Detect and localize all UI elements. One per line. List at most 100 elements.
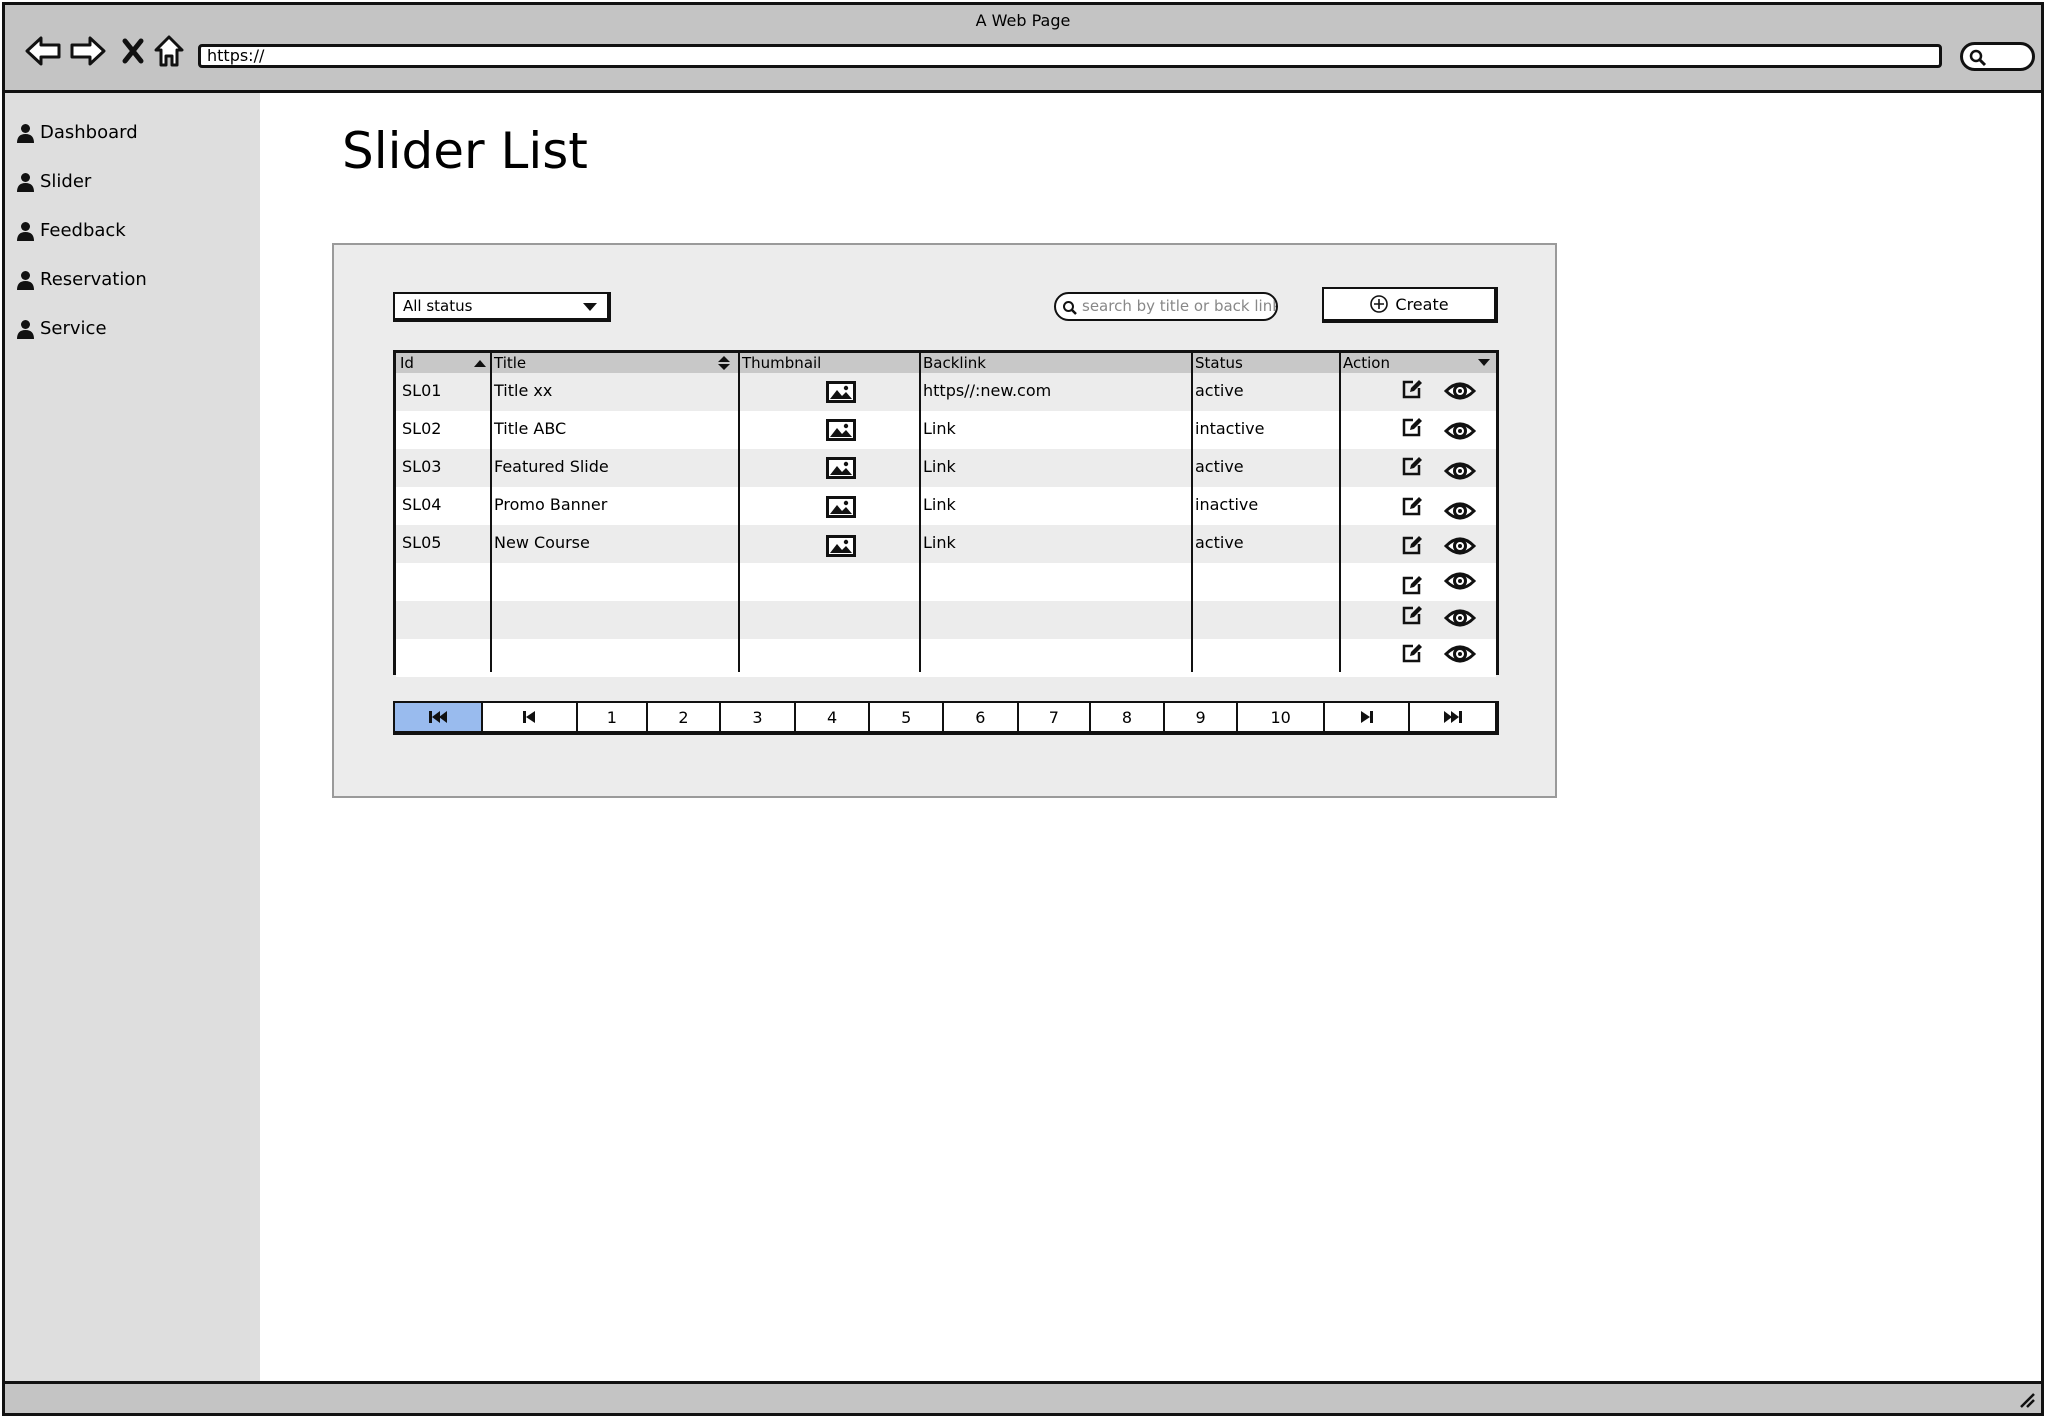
cell-backlink[interactable]: Link: [923, 533, 956, 552]
cell-title: New Course: [494, 533, 590, 552]
sidebar-item-label: Feedback: [40, 220, 126, 241]
column-header-backlink[interactable]: Backlink: [923, 353, 986, 373]
status-filter-select[interactable]: All status: [393, 292, 611, 322]
browser-chrome: A Web Page https://: [5, 5, 2041, 93]
page-button[interactable]: 7: [1019, 703, 1092, 731]
column-divider: [919, 353, 921, 672]
page-title: Slider List: [342, 122, 588, 180]
page-button[interactable]: 9: [1165, 703, 1239, 731]
page-button[interactable]: 3: [721, 703, 796, 731]
create-button[interactable]: Create: [1322, 287, 1498, 323]
column-divider: [1191, 353, 1193, 672]
chevron-down-icon: [583, 303, 597, 311]
column-divider: [738, 353, 740, 672]
edit-icon[interactable]: [1401, 642, 1423, 664]
user-icon: [17, 172, 34, 192]
next-page-icon: [1360, 711, 1373, 723]
edit-icon[interactable]: [1401, 378, 1423, 400]
cell-backlink[interactable]: Link: [923, 495, 956, 514]
sidebar-item-label: Dashboard: [40, 122, 138, 143]
edit-icon[interactable]: [1401, 574, 1423, 596]
column-header-thumbnail[interactable]: Thumbnail: [742, 353, 821, 373]
plus-circle-icon: [1370, 295, 1389, 313]
search-placeholder: search by title or back link: [1082, 297, 1278, 315]
eye-icon[interactable]: [1444, 642, 1476, 666]
user-icon: [17, 270, 34, 290]
cell-title: Title xx: [494, 381, 553, 400]
column-header-id[interactable]: Id: [400, 353, 414, 373]
column-header-title[interactable]: Title: [494, 353, 526, 373]
eye-icon[interactable]: [1444, 606, 1476, 630]
user-icon: [17, 221, 34, 241]
sidebar-item-reservation[interactable]: Reservation: [17, 269, 147, 290]
search-icon: [1969, 49, 1987, 67]
page-button[interactable]: 2: [648, 703, 722, 731]
page-button[interactable]: 8: [1091, 703, 1165, 731]
sidebar-item-slider[interactable]: Slider: [17, 171, 91, 192]
eye-icon[interactable]: [1444, 534, 1476, 558]
sort-ascending-icon[interactable]: [473, 359, 487, 367]
cell-status: active: [1195, 533, 1244, 552]
page-button[interactable]: 6: [944, 703, 1019, 731]
cell-title: Featured Slide: [494, 457, 609, 476]
eye-icon[interactable]: [1444, 569, 1476, 593]
cell-backlink[interactable]: Link: [923, 457, 956, 476]
user-icon: [17, 319, 34, 339]
edit-icon[interactable]: [1401, 534, 1423, 556]
eye-icon[interactable]: [1444, 499, 1476, 523]
resize-grip-icon[interactable]: [2017, 1391, 2037, 1409]
table-row: [396, 639, 1496, 677]
back-button[interactable]: [23, 31, 63, 71]
eye-icon[interactable]: [1444, 379, 1476, 403]
sidebar-item-label: Service: [40, 318, 107, 339]
sidebar-item-dashboard[interactable]: Dashboard: [17, 122, 138, 143]
stop-button[interactable]: [113, 31, 153, 71]
image-icon: [826, 457, 856, 479]
chevron-down-icon[interactable]: [1477, 359, 1491, 367]
browser-search-button[interactable]: [1960, 42, 2035, 71]
status-filter-value: All status: [403, 297, 473, 315]
cell-status: intactive: [1195, 419, 1265, 438]
first-page-button[interactable]: [395, 703, 483, 731]
image-icon: [826, 419, 856, 441]
home-button[interactable]: [149, 31, 189, 71]
page-button[interactable]: 10: [1238, 703, 1325, 731]
window-statusbar: [5, 1381, 2041, 1413]
slider-table: Id Title Thumbnail Backlink Status Actio…: [393, 350, 1499, 677]
next-page-button[interactable]: [1325, 703, 1411, 731]
cell-backlink[interactable]: https//:new.com: [923, 381, 1051, 400]
eye-icon[interactable]: [1444, 459, 1476, 483]
last-page-button[interactable]: [1410, 703, 1495, 731]
cell-backlink[interactable]: Link: [923, 419, 956, 438]
back-arrow-icon: [25, 36, 61, 66]
edit-icon[interactable]: [1401, 495, 1423, 517]
forward-button[interactable]: [68, 31, 108, 71]
column-header-status[interactable]: Status: [1195, 353, 1243, 373]
page-button[interactable]: 1: [578, 703, 648, 731]
previous-page-icon: [523, 711, 536, 723]
pagination: 1 2 3 4 5 6 7 8 9 10: [393, 701, 1499, 735]
table-row: [396, 563, 1496, 601]
url-bar[interactable]: https://: [198, 44, 1942, 68]
sidebar-item-feedback[interactable]: Feedback: [17, 220, 126, 241]
cell-id: SL03: [402, 457, 442, 476]
previous-page-button[interactable]: [483, 703, 578, 731]
page-button[interactable]: 4: [796, 703, 871, 731]
sidebar-item-service[interactable]: Service: [17, 318, 107, 339]
cell-title: Promo Banner: [494, 495, 608, 514]
search-icon: [1063, 301, 1077, 315]
column-header-action[interactable]: Action: [1343, 353, 1390, 373]
image-icon: [826, 381, 856, 403]
column-divider: [1339, 353, 1341, 672]
edit-icon[interactable]: [1401, 455, 1423, 477]
edit-icon[interactable]: [1401, 604, 1423, 626]
edit-icon[interactable]: [1401, 416, 1423, 438]
sort-both-icon[interactable]: [717, 355, 731, 371]
cell-id: SL05: [402, 533, 442, 552]
cell-id: SL01: [402, 381, 442, 400]
create-button-label: Create: [1395, 294, 1449, 314]
home-icon: [154, 35, 184, 67]
page-button[interactable]: 5: [870, 703, 944, 731]
eye-icon[interactable]: [1444, 419, 1476, 443]
search-input[interactable]: search by title or back link: [1054, 292, 1278, 321]
